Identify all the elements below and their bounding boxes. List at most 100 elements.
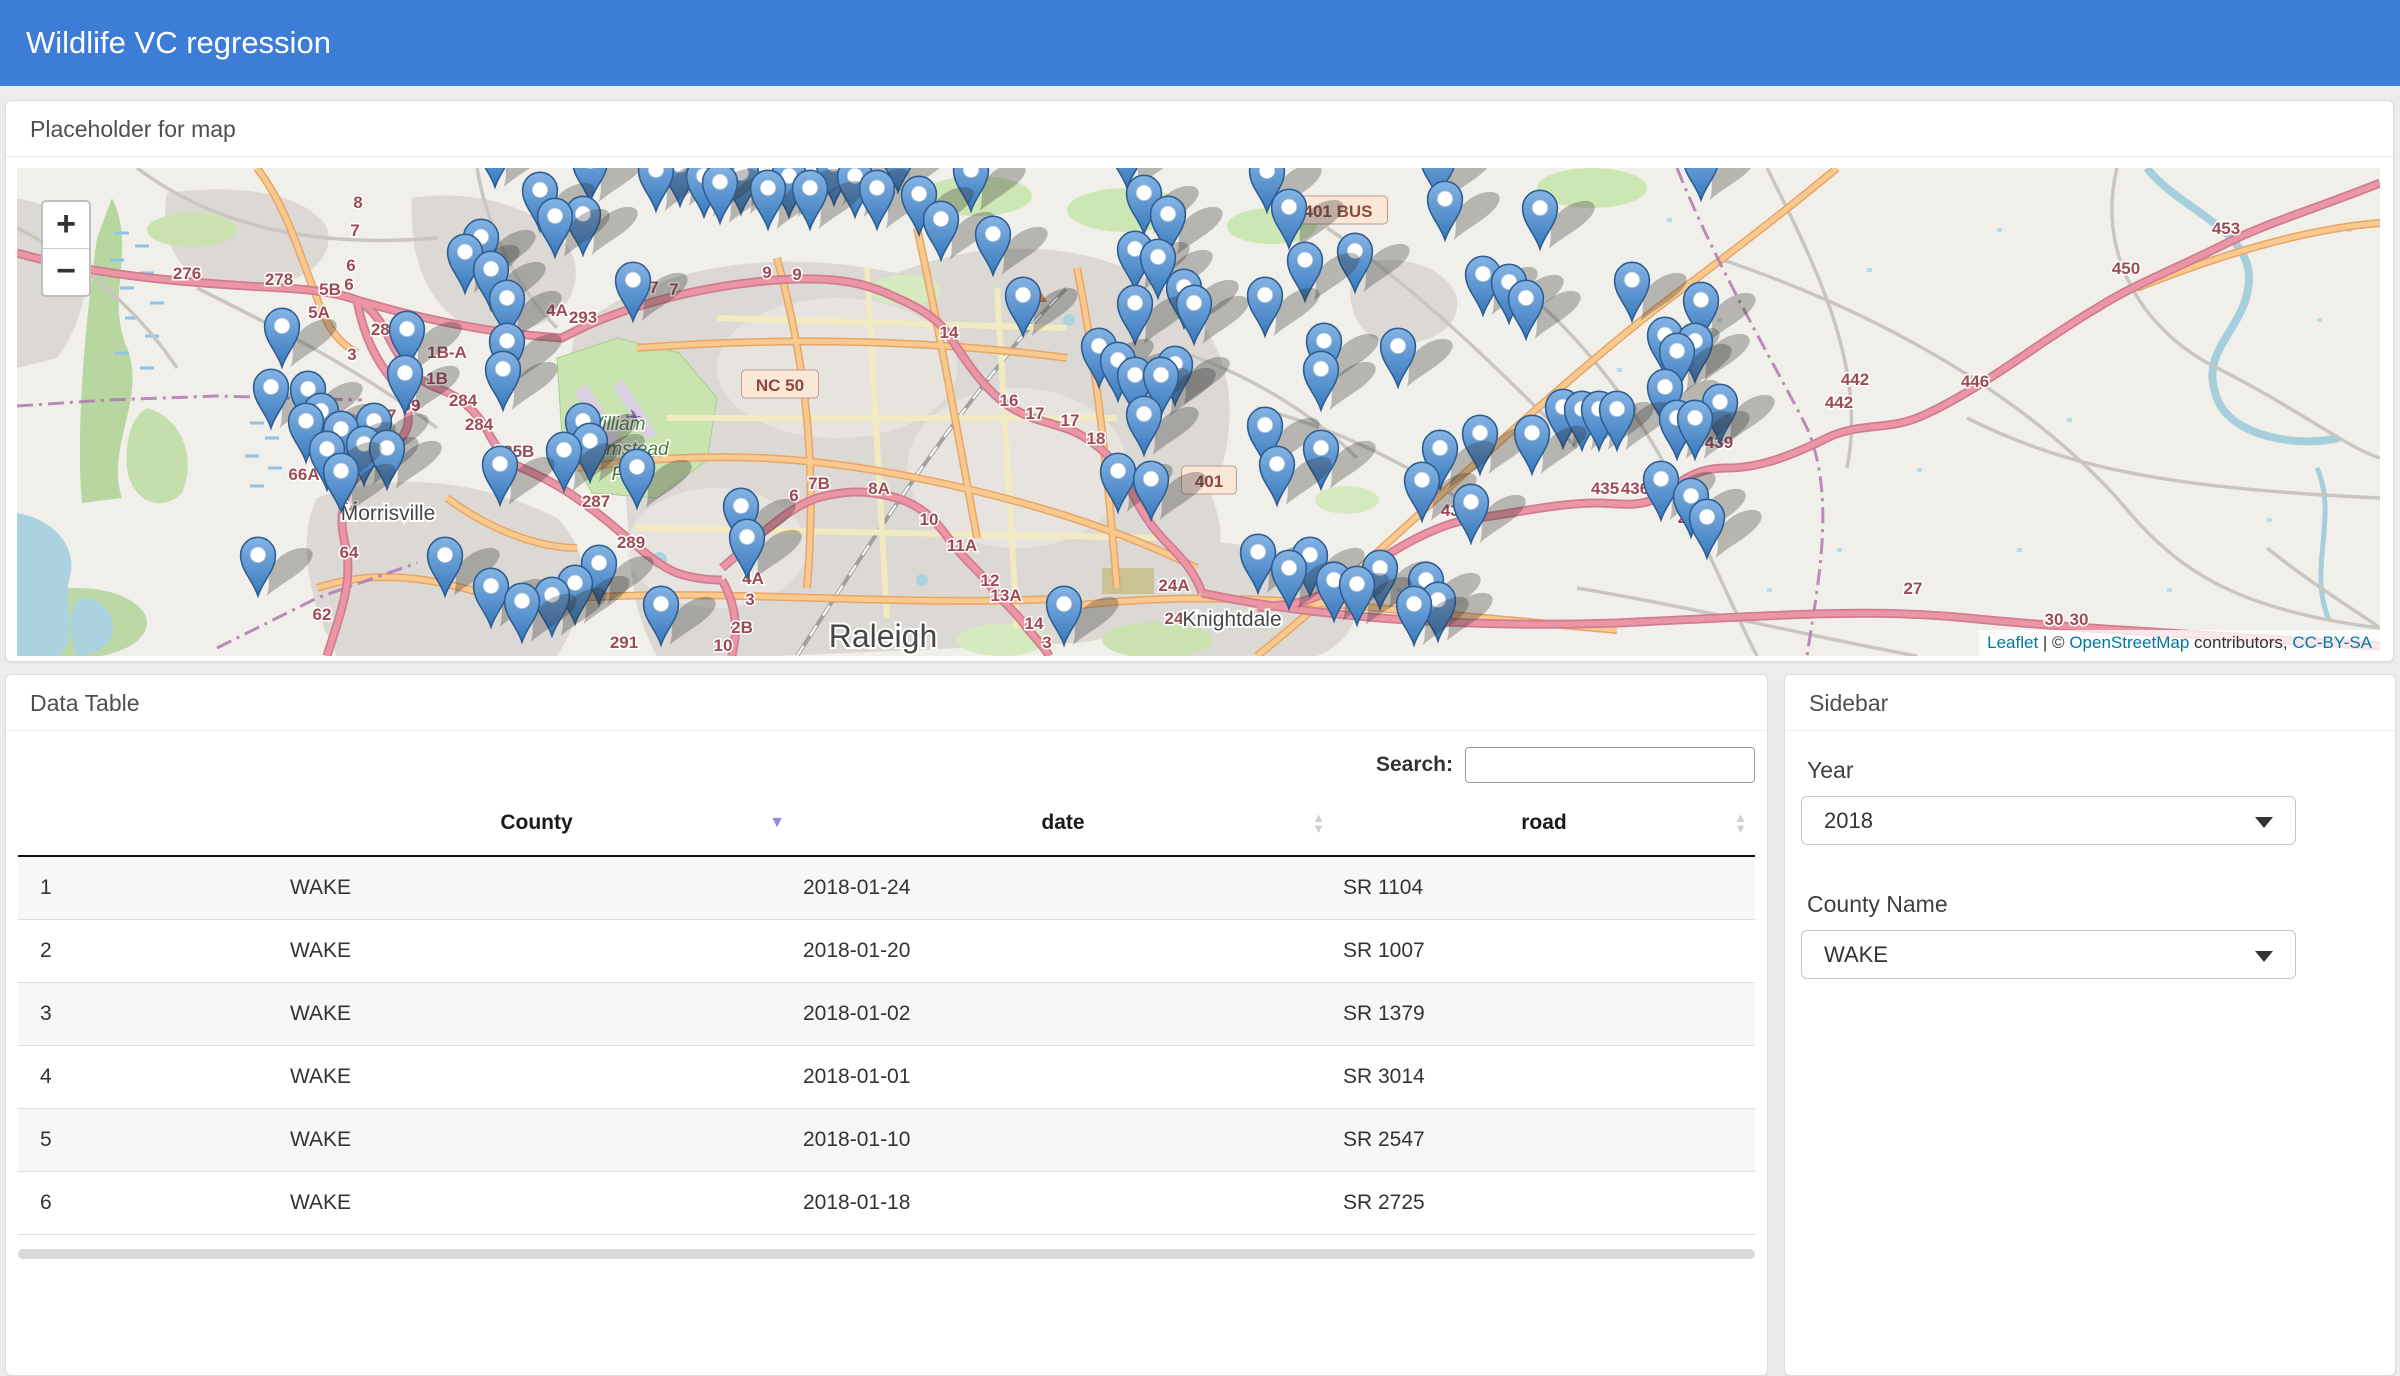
app-title: Wildlife VC regression [0,0,2400,86]
map-zoom-control: + − [41,200,91,297]
cell-county: WAKE [280,983,793,1046]
road-number-label: 6 [346,256,355,275]
table-corner-header [18,791,280,856]
leaflet-map[interactable]: ✈ [17,168,2380,656]
road-number-label: 278 [265,270,293,289]
cell-road: SR 1379 [1333,983,1755,1046]
road-number-label: 64 [340,543,359,562]
road-number-label: 3 [347,345,356,364]
road-number-label: 284 [449,391,478,410]
road-number-label: 293 [569,308,597,327]
road-number-label: 3 [745,590,754,609]
sort-both-icon: ▲▼ [1734,812,1747,834]
table-row[interactable]: 2WAKE2018-01-20SR 1007 [18,920,1755,983]
road-number-label: 30 [2070,610,2089,629]
data-table: County▼date▲▼road▲▼ 1WAKE2018-01-24SR 11… [18,791,1755,1235]
place-name-label: Knightdale [1182,608,1281,631]
column-header-label: County [500,811,572,834]
place-name-label: Raleigh [829,618,938,654]
road-number-label: 2B [731,618,753,637]
openstreetmap-link[interactable]: OpenStreetMap [2069,633,2189,652]
cell-date: 2018-01-18 [793,1172,1333,1235]
road-shield-label: NC 50 [756,376,804,395]
road-number-label: 17 [1026,404,1045,423]
road-number-label: 8 [353,193,362,212]
cell-rowname: 5 [18,1109,280,1172]
cell-rowname: 1 [18,856,280,920]
county-select[interactable]: WAKE [1801,930,2296,979]
table-row[interactable]: 3WAKE2018-01-02SR 1379 [18,983,1755,1046]
column-header-County[interactable]: County ▼ [280,791,793,856]
cell-county: WAKE [280,856,793,920]
zoom-in-button[interactable]: + [43,202,89,249]
leaflet-link[interactable]: Leaflet [1987,633,2038,652]
sidebar-title: Sidebar [1785,675,2395,731]
search-label: Search: [1376,753,1453,777]
cell-road: SR 2547 [1333,1109,1755,1172]
cell-county: WAKE [280,1109,793,1172]
cell-county: WAKE [280,1046,793,1109]
cell-road: SR 1007 [1333,920,1755,983]
road-number-label: 276 [173,264,201,283]
column-header-label: date [1041,811,1084,834]
table-row[interactable]: 6WAKE2018-01-18SR 2725 [18,1172,1755,1235]
map-panel: Placeholder for map [5,100,2394,662]
table-row[interactable]: 5WAKE2018-01-10SR 2547 [18,1109,1755,1172]
cell-road: SR 3014 [1333,1046,1755,1109]
road-number-label: 3 [1042,633,1051,652]
road-number-label: 7 [350,221,359,240]
road-number-label: 442 [1841,370,1869,389]
map-canvas: ✈ [17,168,2380,656]
road-number-label: 10 [714,636,733,655]
sort-both-icon: ▲▼ [1312,812,1325,834]
map-attribution: Leaflet | © OpenStreetMap contributors, … [1979,630,2380,656]
cell-rowname: 2 [18,920,280,983]
road-number-label: 24A [1158,576,1189,595]
chevron-down-icon [2255,951,2273,962]
road-number-label: 291 [610,633,638,652]
cell-date: 2018-01-01 [793,1046,1333,1109]
cell-county: WAKE [280,1172,793,1235]
cell-date: 2018-01-24 [793,856,1333,920]
table-row[interactable]: 1WAKE2018-01-24SR 1104 [18,856,1755,920]
road-number-label: 453 [2212,219,2240,238]
year-label: Year [1807,757,2379,784]
road-number-label: 450 [2112,259,2140,278]
year-select-value: 2018 [1824,808,1873,833]
road-number-label: 289 [617,533,645,552]
table-search-row: Search: [18,747,1755,783]
road-number-label: 14 [940,323,959,342]
road-number-label: 10 [920,510,939,529]
road-number-label: 435 [1591,479,1619,498]
attribution-separator: | © [2038,633,2069,652]
road-number-label: 6 [344,275,353,294]
chevron-down-icon [2255,817,2273,828]
column-header-road[interactable]: road▲▼ [1333,791,1755,856]
table-row[interactable]: 4WAKE2018-01-01SR 3014 [18,1046,1755,1109]
cell-date: 2018-01-20 [793,920,1333,983]
license-link[interactable]: CC-BY-SA [2292,633,2372,652]
road-number-label: 287 [582,492,610,511]
road-number-label: 9 [792,265,801,284]
road-number-label: 11A [947,536,977,555]
column-header-date[interactable]: date ▲▼ [793,791,1333,856]
road-number-label: 9 [762,263,771,282]
road-number-label: 13A [990,586,1021,605]
road-number-label: 17 [1061,411,1080,430]
search-input[interactable] [1465,747,1755,783]
zoom-out-button[interactable]: − [43,249,89,295]
county-select-value: WAKE [1824,942,1888,967]
data-table-panel: Data Table Search: County▼date▲▼road▲▼ 1… [5,674,1768,1376]
road-number-label: 16 [1000,391,1019,410]
cell-rowname: 3 [18,983,280,1046]
attribution-contributors: contributors, [2189,633,2292,652]
year-select[interactable]: 2018 [1801,796,2296,845]
cell-date: 2018-01-10 [793,1109,1333,1172]
road-number-label: 442 [1825,393,1853,412]
road-number-label: 27 [1904,579,1923,598]
table-horizontal-scrollbar[interactable] [18,1249,1755,1259]
county-label: County Name [1807,891,2379,918]
road-number-label: 446 [1961,372,1989,391]
sort-desc-icon: ▼ [769,814,785,832]
sidebar-panel: Sidebar Year 2018 County Name WAKE [1784,674,2396,1376]
